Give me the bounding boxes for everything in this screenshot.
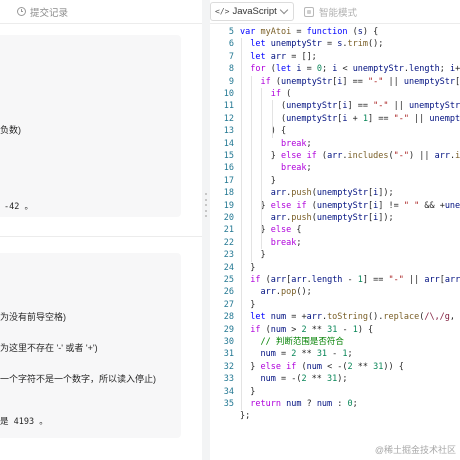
line-number: 26 xyxy=(223,287,234,298)
line-number: 20 xyxy=(223,213,234,223)
code-panel: </> JavaScript 智能模式 5 6 7 8 9 10 11 12 13 14 15 16 1… xyxy=(210,0,460,460)
line-number: 27 xyxy=(223,299,234,310)
line-number: 17 xyxy=(223,175,234,186)
line-number: 21 xyxy=(223,225,234,236)
drag-grip-icon xyxy=(204,193,208,217)
line-number: 33 xyxy=(223,374,234,385)
chevron-down-icon xyxy=(279,5,289,15)
code-line: break; xyxy=(270,237,302,248)
example-2-step-1: 为没有前导空格) xyxy=(0,312,66,322)
watermark: @稀土掘金技术社区 xyxy=(374,445,456,455)
indent-guide xyxy=(271,100,273,138)
code-editor[interactable]: 5 6 7 8 9 10 11 12 13 14 15 16 17 18 19 20 21 22 23 24 25 26 2… xyxy=(210,25,460,460)
code-line: num = 2 ** 31 - 1; xyxy=(260,349,353,360)
line-number: 11 xyxy=(223,101,234,112)
code-line: (unemptyStr[i + 1] == "-" || unemptyStr[… xyxy=(240,113,460,124)
code-line: let unemptyStr = s.trim(); xyxy=(250,39,384,50)
line-number: 13 xyxy=(223,126,234,137)
line-number: 29 xyxy=(223,324,234,335)
language-select[interactable]: </> JavaScript xyxy=(210,2,294,21)
smart-mode-icon[interactable] xyxy=(304,6,314,17)
line-number: 8 xyxy=(228,64,234,75)
code-line: var myAtoi = function (s) { xyxy=(240,27,379,37)
line-number: 22 xyxy=(223,237,234,248)
language-label: JavaScript xyxy=(232,6,277,17)
submission-history-label: 提交记录 xyxy=(30,7,69,19)
code-line: } xyxy=(240,262,256,273)
indent-guide xyxy=(261,88,263,250)
code-line: if (unemptyStr[i] == "-" || unemptyStr[i… xyxy=(260,76,460,87)
line-number: 5 xyxy=(228,27,234,37)
line-number: 12 xyxy=(223,113,234,124)
indent-guide xyxy=(241,38,242,411)
code-line: (unemptyStr[i] == "-" || unemptyStr[i] =… xyxy=(240,101,460,112)
smart-mode-label[interactable]: 智能模式 xyxy=(319,5,357,19)
code-line: arr.pop(); xyxy=(260,287,312,298)
description-panel: 提交记录 负数) -42 。 为没有前导空格) 为这里不存在 '-' 或者 '+… xyxy=(0,0,202,460)
line-number: 23 xyxy=(223,250,234,261)
line-number-gutter: 5 6 7 8 9 10 11 12 13 14 15 16 17 18 19 20 21 22 23 24 25 26 2… xyxy=(210,25,238,460)
code-line: } else if (unemptyStr[i] != " " && +unem… xyxy=(240,200,460,211)
code-line: } else if (arr.includes("-") || arr.incl… xyxy=(240,151,460,161)
line-number: 16 xyxy=(223,163,234,174)
code-line: arr.push(unemptyStr[i]); xyxy=(270,188,394,199)
code-line: for (let i = 0; i < unemptyStr.length; i… xyxy=(250,64,460,75)
line-number: 24 xyxy=(223,262,234,273)
line-number: 25 xyxy=(223,275,234,285)
panel-resize-handle[interactable] xyxy=(202,0,210,460)
code-line: } xyxy=(240,175,276,186)
line-number: 35 xyxy=(223,399,234,409)
line-number: 9 xyxy=(228,76,234,87)
line-number: 30 xyxy=(223,337,234,347)
code-line: return num ? num : 0; xyxy=(250,399,358,409)
code-line: } else { xyxy=(240,225,302,236)
submission-history-tab[interactable]: 提交记录 xyxy=(0,0,202,24)
code-line: }; xyxy=(240,411,251,422)
code-line: // 判断范围是否符合 xyxy=(260,337,344,347)
code-line: ) { xyxy=(240,126,287,137)
example-2-step-3: 一个字符不是一个数字，所以读入停止) xyxy=(0,374,156,384)
line-number: 6 xyxy=(228,39,234,50)
code-line: } else if (num < -(2 ** 31)) { xyxy=(240,361,404,372)
line-number: 15 xyxy=(223,151,234,161)
code-icon: </> xyxy=(215,7,230,16)
example-card-1: 负数) -42 。 xyxy=(0,35,181,217)
example-2-step-2: 为这里不存在 '-' 或者 '+') xyxy=(0,343,98,353)
line-number: 31 xyxy=(223,349,234,360)
example-1-text: 负数) xyxy=(0,125,21,135)
line-number: 14 xyxy=(223,138,234,149)
line-number: 7 xyxy=(228,51,234,62)
code-area[interactable]: var myAtoi = function (s) { let unemptyS… xyxy=(240,25,460,460)
code-line: let num = +arr.toString().replace(/\,/g,… xyxy=(250,312,460,323)
line-number: 32 xyxy=(223,361,234,372)
example-1-result: -42 。 xyxy=(4,202,33,212)
indent-guide xyxy=(251,75,253,262)
code-line: if (arr[arr.length - 1] == "-" || arr[ar… xyxy=(250,275,460,285)
line-number: 10 xyxy=(223,89,234,99)
line-number: 28 xyxy=(223,312,234,323)
example-2-result: 是 4193 。 xyxy=(0,417,48,427)
code-line: let arr = []; xyxy=(250,51,317,62)
code-line: } xyxy=(240,299,256,310)
code-line: } xyxy=(240,386,256,397)
history-icon xyxy=(17,7,26,16)
line-number: 18 xyxy=(223,188,234,199)
code-line: arr.push(unemptyStr[i]); xyxy=(270,213,394,223)
example-card-2: 为没有前导空格) 为这里不存在 '-' 或者 '+') 一个字符不是一个数字，所… xyxy=(0,253,181,438)
line-number: 19 xyxy=(223,200,234,211)
code-line: } xyxy=(240,250,266,261)
code-line: num = -(2 ** 31); xyxy=(260,374,348,385)
divider xyxy=(0,236,202,237)
editor-toolbar: </> JavaScript 智能模式 xyxy=(210,0,460,24)
code-line: if (num > 2 ** 31 - 1) { xyxy=(250,324,374,335)
code-line: if ( xyxy=(270,89,292,99)
line-number: 34 xyxy=(223,386,234,397)
